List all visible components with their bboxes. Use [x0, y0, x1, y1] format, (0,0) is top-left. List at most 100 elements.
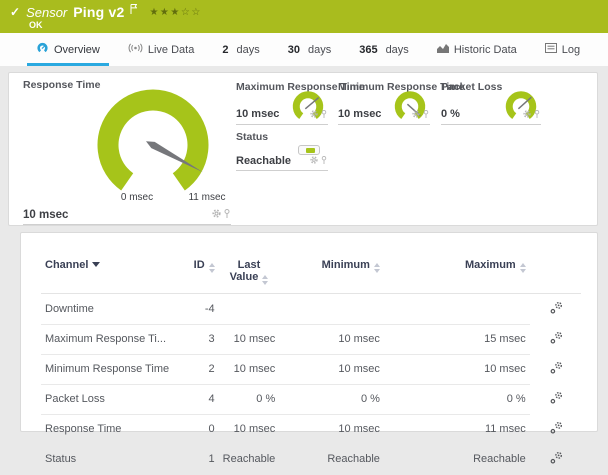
channel-table-header-row: Channel ID Last Value Minimum Maximum — [41, 255, 581, 294]
sort-icon — [519, 263, 526, 273]
gauge-value: 10 msec — [236, 108, 280, 120]
priority-flag-icon — [130, 1, 138, 19]
channel-settings-icon[interactable] — [530, 384, 581, 414]
column-header-channel[interactable]: Channel — [41, 255, 174, 294]
table-row[interactable]: Downtime -4 — [41, 293, 581, 325]
maximum-cell: 11 msec — [383, 414, 530, 445]
gauge-scale-min: 0 msec — [120, 192, 154, 203]
log-icon — [544, 43, 557, 56]
maximum-cell: 0 % — [383, 384, 530, 415]
maximum-cell: 10 msec — [383, 354, 530, 385]
channel-name-cell: Packet Loss — [41, 384, 174, 415]
tab-historic-data[interactable]: Historic Data — [423, 33, 531, 66]
id-cell: 0 — [173, 414, 219, 445]
gauge-settings-gear-icon[interactable] — [523, 105, 531, 123]
minimum-cell: 10 msec — [279, 354, 384, 385]
sensor-header: ✓ Sensor Ping v2 ★★★☆☆ OK — [0, 0, 608, 33]
gauge-value: 10 msec — [338, 108, 382, 120]
tab-2-days[interactable]: 2 days — [208, 33, 273, 66]
tab-live-data[interactable]: Live Data — [114, 33, 208, 66]
chart-icon — [436, 43, 449, 56]
column-header-actions — [529, 255, 581, 294]
status-value: Reachable — [236, 155, 292, 167]
gauge-pin-icon[interactable] — [321, 105, 327, 123]
table-row[interactable]: Packet Loss 4 0 % 0 % 0 % — [41, 384, 581, 415]
status-block: Status Reachable — [236, 131, 328, 171]
channel-settings-icon[interactable] — [530, 354, 581, 384]
tab-overview[interactable]: Overview — [22, 33, 114, 66]
table-row[interactable]: Status 1 Reachable Reachable Reachable — [41, 444, 581, 475]
channel-name-cell: Status — [41, 444, 174, 475]
response-time-gauge-block: Response Time 0 msec 11 msec 10 msec — [23, 79, 231, 225]
id-cell: 1 — [173, 444, 219, 475]
maximum-cell — [383, 293, 530, 325]
channel-settings-icon[interactable] — [530, 444, 581, 474]
minimum-response-time-gauge-block: Minimum Response Time 10 msec — [338, 81, 464, 125]
channel-name-cell: Maximum Response Ti... — [41, 324, 174, 355]
packet-loss-gauge-block: Packet Loss 0 % — [441, 81, 541, 125]
column-header-last-value[interactable]: Last Value — [218, 255, 280, 294]
gauge-pin-icon[interactable] — [423, 105, 429, 123]
channel-settings-icon[interactable] — [530, 294, 581, 325]
gauge-icon — [36, 42, 49, 57]
sort-icon — [373, 263, 380, 273]
sort-icon — [262, 275, 269, 285]
column-header-minimum[interactable]: Minimum — [279, 255, 384, 294]
minimum-cell: 10 msec — [279, 324, 384, 355]
id-cell: 2 — [173, 354, 219, 385]
channel-table-panel: Channel ID Last Value Minimum Maximum Do… — [20, 232, 598, 475]
sort-icon — [208, 263, 215, 273]
sensor-tab-bar: Overview Live Data 2 days 30 days 365 days … — [0, 33, 608, 66]
channel-settings-icon[interactable] — [530, 324, 581, 354]
gauge-settings-gear-icon[interactable] — [212, 205, 221, 223]
last-value-cell: 10 msec — [218, 414, 280, 445]
gauge-pin-icon[interactable] — [321, 151, 327, 169]
channel-table: Channel ID Last Value Minimum Maximum Do… — [41, 255, 581, 475]
last-value-cell: 10 msec — [218, 324, 280, 355]
id-cell: 4 — [173, 384, 219, 415]
ok-check-icon: ✓ — [10, 5, 21, 19]
gauge-settings-gear-icon[interactable] — [310, 151, 318, 169]
id-cell: -4 — [173, 293, 219, 325]
tab-365-days[interactable]: 365 days — [345, 33, 423, 66]
minimum-cell: 10 msec — [279, 414, 384, 445]
channel-name-cell: Downtime — [41, 293, 174, 325]
maximum-cell: Reachable — [383, 444, 530, 475]
minimum-cell: Reachable — [279, 444, 384, 475]
table-row[interactable]: Maximum Response Ti... 3 10 msec 10 msec… — [41, 324, 581, 355]
sensor-title: Ping v2 — [73, 4, 125, 20]
tab-settings[interactable]: Settings — [594, 33, 608, 66]
maximum-cell: 15 msec — [383, 324, 530, 355]
tab-log[interactable]: Log — [531, 33, 594, 66]
response-time-gauge — [97, 89, 209, 191]
sort-desc-icon — [92, 262, 101, 267]
column-header-id[interactable]: ID — [173, 255, 219, 294]
last-value-cell: Reachable — [218, 444, 280, 475]
column-header-maximum[interactable]: Maximum — [383, 255, 530, 294]
gauge-pin-icon[interactable] — [534, 105, 540, 123]
gauge-value: 10 msec — [23, 209, 69, 221]
live-signal-icon — [128, 43, 143, 56]
gauge-value: 0 % — [441, 108, 460, 120]
last-value-cell: 0 % — [218, 384, 280, 415]
minimum-cell: 0 % — [279, 384, 384, 415]
maximum-response-time-gauge-block: Maximum Response Time 10 msec — [236, 81, 365, 125]
overview-gauges-panel: Response Time 0 msec 11 msec 10 msec Max… — [8, 72, 598, 226]
channel-name-cell: Response Time — [41, 414, 174, 445]
channel-settings-icon[interactable] — [530, 414, 581, 444]
priority-stars[interactable]: ★★★☆☆ — [149, 7, 201, 18]
status-title: Status — [236, 131, 269, 143]
gauge-settings-gear-icon[interactable] — [310, 105, 318, 123]
minimum-cell — [279, 293, 384, 325]
object-kind-label: Sensor — [26, 4, 68, 20]
gauge-pin-icon[interactable] — [224, 205, 230, 223]
status-badge: OK — [29, 20, 43, 30]
gauge-scale-max: 11 msec — [188, 192, 226, 203]
table-row[interactable]: Response Time 0 10 msec 10 msec 11 msec — [41, 414, 581, 445]
last-value-cell: 10 msec — [218, 354, 280, 385]
last-value-cell — [218, 293, 280, 325]
gauge-settings-gear-icon[interactable] — [412, 105, 420, 123]
id-cell: 3 — [173, 324, 219, 355]
table-row[interactable]: Minimum Response Time 2 10 msec 10 msec … — [41, 354, 581, 385]
tab-30-days[interactable]: 30 days — [274, 33, 346, 66]
